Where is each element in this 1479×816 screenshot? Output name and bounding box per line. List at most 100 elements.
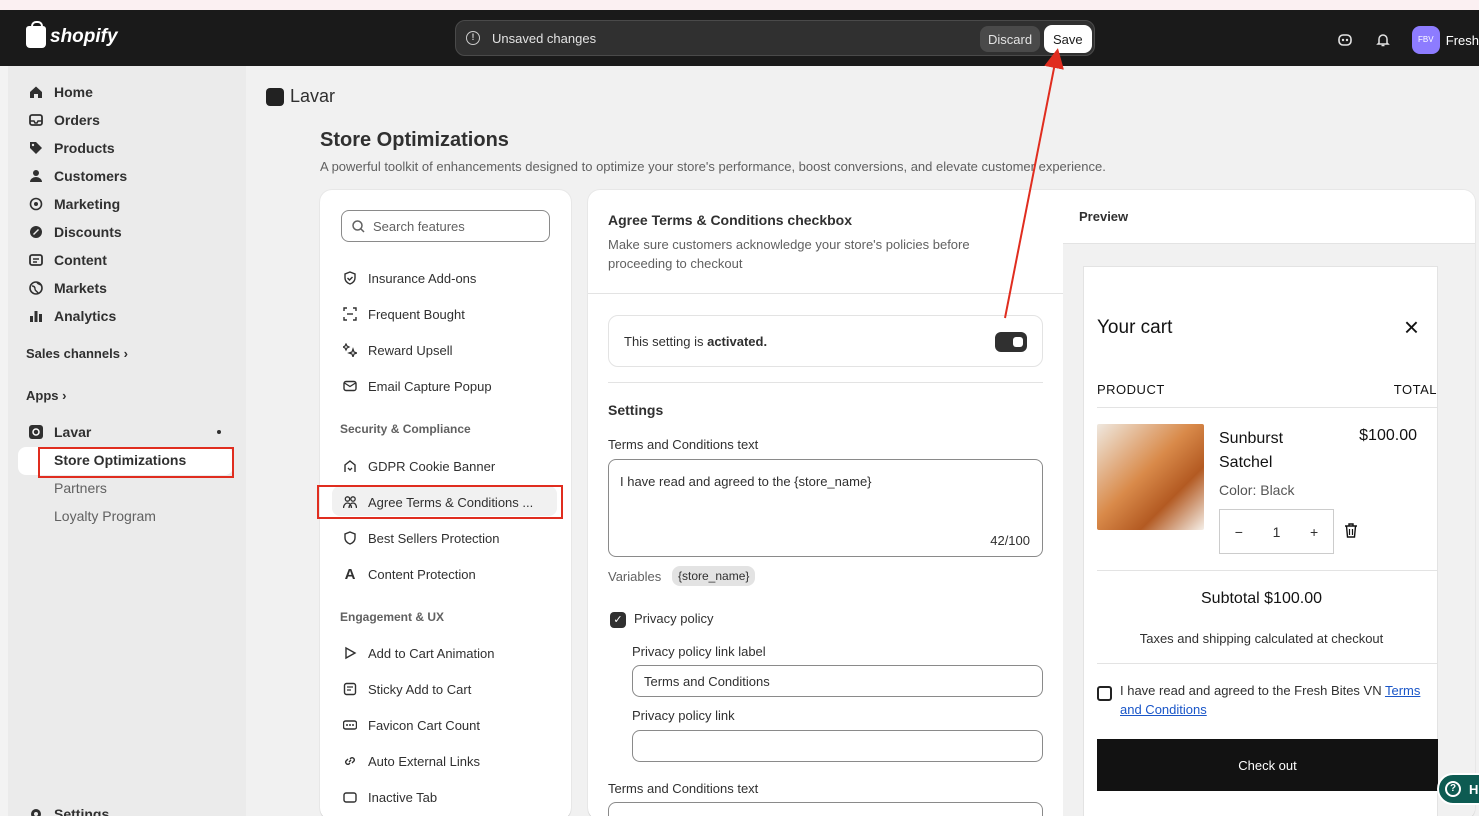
feature-label: Inactive Tab (368, 789, 438, 805)
cart-drawer: Your cart × PRODUCT TOTAL Sunburst Satch… (1083, 266, 1438, 816)
sales-channels-link[interactable]: Sales channels › (26, 346, 128, 361)
sidebar-sub-loyalty-program[interactable]: Loyalty Program (54, 508, 156, 524)
feature-sticky-add-to-cart[interactable]: Sticky Add to Cart (342, 681, 471, 697)
sidebar: Home Orders Products Customers Marketing… (8, 66, 246, 816)
divider (588, 293, 1063, 294)
minus-icon[interactable]: − (1235, 524, 1243, 540)
home-icon (28, 84, 44, 100)
divider (1097, 570, 1438, 571)
feature-content-protection[interactable]: A Content Protection (342, 565, 476, 583)
preview-body: Your cart × PRODUCT TOTAL Sunburst Satch… (1063, 244, 1475, 816)
text-a-icon: A (344, 565, 356, 583)
terms-agreement: I have read and agreed to the Fresh Bite… (1097, 681, 1437, 719)
close-icon[interactable]: × (1404, 314, 1419, 340)
app-title: Lavar (290, 86, 336, 106)
variable-tag[interactable]: {store_name} (672, 566, 756, 586)
discard-button[interactable]: Discard (980, 26, 1041, 52)
status-prefix: This setting is (624, 333, 708, 349)
feature-gdpr-cookie-banner[interactable]: GDPR Cookie Banner (342, 458, 495, 474)
privacy-link-label: Privacy policy link (632, 708, 735, 723)
globe-icon (28, 280, 44, 296)
feature-add-to-cart-animation[interactable]: Add to Cart Animation (342, 645, 494, 661)
sidebar-item-products[interactable]: Products (28, 140, 115, 156)
feature-label: Insurance Add-ons (368, 270, 477, 286)
quantity-stepper[interactable]: − 1 + (1219, 509, 1334, 554)
page-subtitle: A powerful toolkit of enhancements desig… (320, 159, 1106, 174)
feature-label: Frequent Bought (368, 306, 465, 322)
sidebar-item-marketing[interactable]: Marketing (28, 196, 120, 212)
terms-text-field-2[interactable] (608, 802, 1043, 816)
col-product: PRODUCT (1097, 382, 1165, 397)
feature-auto-external-links[interactable]: Auto External Links (342, 753, 480, 769)
store-name: Fresh (1445, 32, 1479, 48)
target-icon (28, 196, 44, 212)
privacy-link-label-label: Privacy policy link label (632, 644, 766, 659)
sidebar-item-label: Customers (54, 168, 128, 184)
checkout-button[interactable]: Check out (1097, 739, 1438, 791)
bar-chart-icon (28, 308, 44, 324)
sidebar-item-label: Markets (54, 280, 107, 296)
browser-strip (0, 0, 1479, 10)
sidebar-item-customers[interactable]: Customers (28, 168, 127, 184)
sidebar-item-discounts[interactable]: Discounts (28, 224, 122, 240)
unsaved-message: Unsaved changes (492, 30, 597, 46)
preview-title: Preview (1079, 209, 1129, 224)
feature-reward-upsell[interactable]: Reward Upsell (342, 342, 453, 358)
quantity-value: 1 (1272, 523, 1281, 540)
scan-icon (342, 306, 358, 322)
shopify-logo[interactable]: shopify (26, 21, 118, 48)
cookie-icon (342, 458, 358, 474)
privacy-link-field[interactable] (632, 730, 1043, 762)
feature-frequent-bought[interactable]: Frequent Bought (342, 306, 465, 322)
privacy-link-label-field[interactable]: Terms and Conditions (632, 665, 1043, 697)
sidebar-item-label: Settings (54, 806, 110, 816)
save-button[interactable]: Save (1044, 25, 1092, 53)
pin-dot-icon[interactable] (217, 430, 221, 434)
feature-best-sellers-protection[interactable]: Best Sellers Protection (342, 530, 500, 546)
terms-agreement-text: I have read and agreed to the Fresh Bite… (1120, 681, 1437, 719)
store-avatar[interactable]: FBV Fresh (1411, 26, 1479, 54)
help-button[interactable]: ? H (1437, 773, 1479, 805)
sidekick-icon[interactable] (1336, 31, 1354, 49)
product-name: Sunburst Satchel (1219, 430, 1284, 471)
sidebar-item-analytics[interactable]: Analytics (28, 308, 116, 324)
sidebar-item-lavar[interactable]: Lavar (28, 424, 91, 440)
seo-icon (342, 717, 358, 733)
sidebar-item-home[interactable]: Home (28, 84, 93, 100)
trash-icon[interactable] (1344, 523, 1358, 541)
feature-insurance-addons[interactable]: Insurance Add-ons (342, 270, 476, 286)
play-icon (342, 645, 358, 661)
sidebar-item-label: Analytics (54, 308, 117, 324)
sidebar-item-settings[interactable]: Settings (28, 806, 109, 816)
feature-favicon-cart-count[interactable]: Favicon Cart Count (342, 717, 480, 733)
activation-toggle[interactable] (995, 332, 1027, 352)
brand-name: shopify (50, 26, 118, 47)
info-icon: ! (466, 31, 480, 45)
help-label: H (1469, 781, 1479, 797)
sidebar-item-orders[interactable]: Orders (28, 112, 100, 128)
question-icon: ? (1445, 781, 1461, 797)
sidebar-sub-partners[interactable]: Partners (54, 480, 107, 496)
feature-email-capture-popup[interactable]: Email Capture Popup (342, 378, 492, 394)
feature-inactive-tab[interactable]: Inactive Tab (342, 789, 437, 805)
terms-text-field[interactable]: I have read and agreed to the {store_nam… (608, 459, 1043, 557)
bell-icon[interactable] (1374, 31, 1392, 49)
search-input[interactable]: Search features (341, 210, 550, 242)
sidebar-item-content[interactable]: Content (28, 252, 107, 268)
plus-icon[interactable]: + (1310, 524, 1318, 540)
privacy-policy-checkbox[interactable]: ✓ (610, 612, 626, 628)
group-heading-engagement: Engagement & UX (340, 610, 445, 624)
annotation-box-sidebar (38, 447, 234, 478)
sidebar-item-markets[interactable]: Markets (28, 280, 107, 296)
variables-label: Variables (608, 569, 662, 584)
preview-header: Preview (1063, 190, 1475, 244)
main-content: Lavar Store Optimizations A powerful too… (246, 66, 1479, 816)
person-icon (28, 168, 44, 184)
left-edge (0, 66, 8, 816)
app-header: Lavar (266, 86, 335, 107)
apps-link[interactable]: Apps › (26, 388, 66, 403)
terms-checkbox[interactable] (1097, 686, 1112, 701)
status-value: activated. (707, 333, 768, 349)
discount-icon (28, 224, 44, 240)
sidebar-item-label: Orders (54, 112, 100, 128)
